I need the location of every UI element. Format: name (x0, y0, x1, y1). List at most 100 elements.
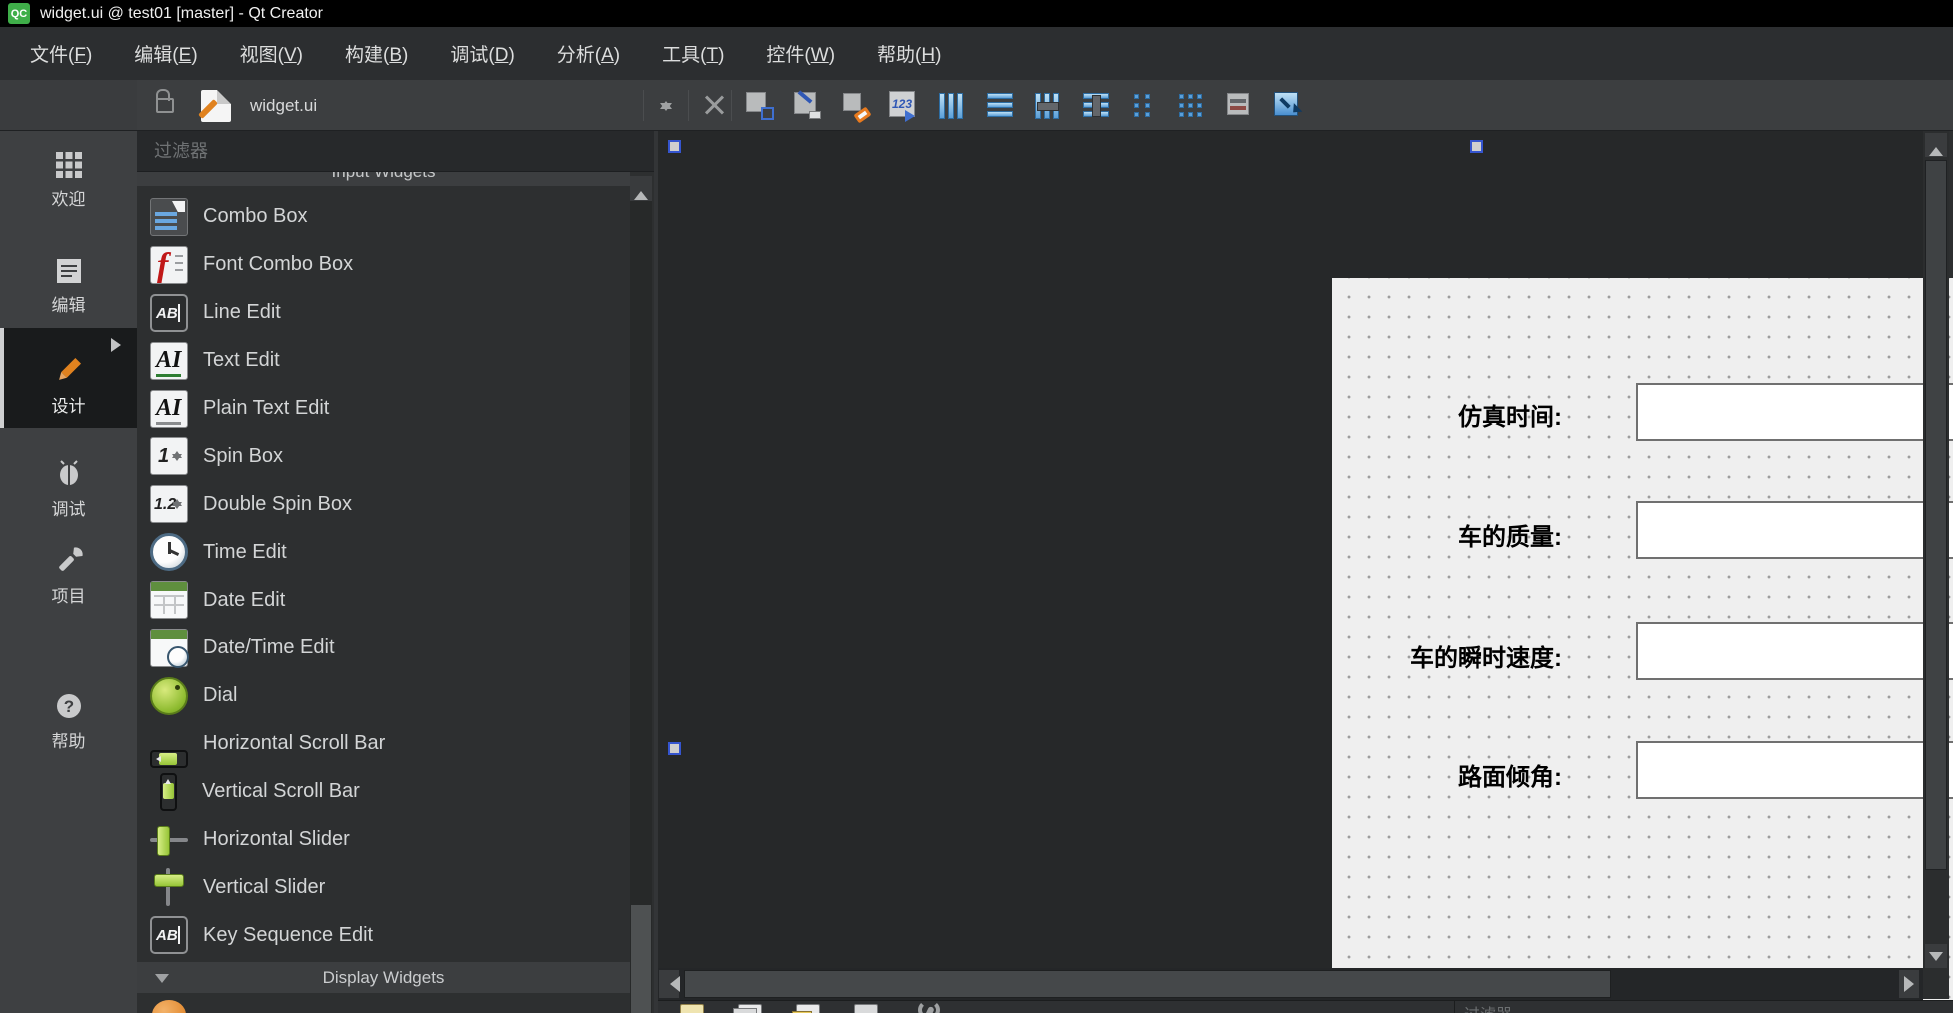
form-editor-area: 仿真时间: 车的质量: SAVE 车的瞬时速度: 路面倾角: (658, 131, 1953, 1013)
section-collapse-arrow-icon (155, 974, 169, 990)
canvas-scroll-up-icon[interactable] (1925, 133, 1947, 157)
delete-icon[interactable] (854, 1004, 878, 1013)
canvas-scroll-right-icon[interactable] (1899, 970, 1919, 998)
widget-box-scrollbar-handle[interactable] (631, 905, 651, 1013)
window-title: widget.ui @ test01 [master] - Qt Creator (40, 5, 324, 22)
edit-signals-slots-icon[interactable] (793, 90, 823, 121)
widget-item-horizontal-slider[interactable]: Horizontal Slider (137, 816, 630, 864)
qt-creator-window: QC widget.ui @ test01 [master] - Qt Crea… (0, 0, 1953, 1013)
widget-item-vertical-slider[interactable]: Vertical Slider (137, 863, 630, 911)
menu-debug[interactable]: 调试(D) (429, 40, 535, 67)
current-document-name[interactable]: widget.ui (250, 80, 317, 131)
widget-item-plain-text-edit[interactable]: AI Plain Text Edit (137, 385, 630, 433)
widget-item-dial[interactable]: Dial (137, 672, 630, 720)
mode-welcome[interactable]: 欢迎 (0, 152, 137, 210)
menu-file[interactable]: 文件(F) (9, 40, 113, 67)
widget-filter-input[interactable] (137, 131, 654, 171)
spin-box-icon: 1 (150, 437, 188, 476)
resize-handle-top-left[interactable] (668, 140, 681, 153)
canvas-scroll-left-icon[interactable] (659, 970, 680, 998)
paste-icon[interactable] (792, 1004, 820, 1013)
menu-tools[interactable]: 工具(T) (641, 40, 745, 67)
widget-box-scroll-up-icon[interactable] (630, 176, 652, 201)
lay-out-horizontally-icon[interactable] (937, 91, 967, 121)
key-sequence-edit-icon: AB (150, 916, 188, 955)
configure-icon[interactable] (916, 1001, 940, 1013)
mode-design[interactable]: 设计 (0, 355, 137, 417)
edit-buddies-icon[interactable] (841, 91, 872, 124)
menu-analyze[interactable]: 分析(A) (536, 40, 641, 67)
qt-creator-logo-icon: QC (8, 3, 30, 24)
resize-handle-left-middle[interactable] (668, 742, 681, 755)
widget-item-key-sequence-edit[interactable]: AB Key Sequence Edit (137, 911, 630, 959)
form-input-road-incline[interactable] (1636, 741, 1953, 799)
time-edit-icon (150, 533, 188, 572)
close-document-icon[interactable] (701, 92, 727, 118)
resize-handle-top-center[interactable] (1470, 140, 1483, 153)
design-pencil-icon (58, 357, 81, 380)
edit-widgets-icon[interactable] (745, 91, 775, 121)
adjust-size-icon[interactable] (1273, 91, 1303, 121)
widget-item-date-edit[interactable]: Date Edit (137, 576, 630, 624)
widget-item-vertical-scroll-bar[interactable]: Vertical Scroll Bar (137, 768, 630, 816)
canvas-vscrollbar-handle[interactable] (1925, 160, 1947, 870)
widget-item-text-edit[interactable]: AI Text Edit (137, 337, 630, 385)
form-label-road-incline[interactable]: 路面倾角: (1362, 757, 1562, 792)
mode-edit[interactable]: 编辑 (0, 258, 137, 316)
horizontal-slider-icon (150, 821, 188, 859)
form-input-instant-speed[interactable] (1636, 622, 1953, 680)
widget-item-horizontal-scroll-bar[interactable]: Horizontal Scroll Bar (137, 720, 630, 768)
vertical-scroll-bar-icon (160, 772, 177, 811)
mode-projects[interactable]: 项目 (0, 547, 137, 607)
lay-out-vertically-icon[interactable] (985, 91, 1015, 121)
lay-out-form-layout-icon[interactable] (1129, 91, 1159, 121)
widget-item-combo-box[interactable]: Combo Box (137, 193, 630, 241)
menu-widgets[interactable]: 控件(W) (745, 40, 856, 67)
menu-bar: 文件(F) 编辑(E) 视图(V) 构建(B) 调试(D) 分析(A) 工具(T… (0, 27, 1953, 80)
menu-view[interactable]: 视图(V) (219, 40, 324, 67)
form-input-simulation-time[interactable] (1636, 383, 1953, 441)
double-spin-box-icon: 1.2 (150, 485, 188, 524)
form-canvas[interactable]: 仿真时间: 车的质量: SAVE 车的瞬时速度: 路面倾角: (1332, 278, 1953, 1013)
document-spinner-icon[interactable] (657, 93, 675, 119)
form-label-simulation-time[interactable]: 仿真时间: (1362, 397, 1562, 432)
lay-out-vertically-splitter-icon[interactable] (1081, 91, 1111, 121)
menu-build[interactable]: 构建(B) (324, 40, 429, 67)
section-header-display-widgets[interactable]: Display Widgets (137, 962, 630, 993)
dial-icon (150, 676, 188, 715)
document-edit-icon (201, 90, 231, 122)
copy-icon[interactable] (733, 1004, 762, 1013)
bottom-panel-divider (1454, 1000, 1455, 1013)
widget-item-time-edit[interactable]: Time Edit (137, 528, 630, 576)
widget-item-label-partial[interactable] (150, 998, 188, 1013)
horizontal-scroll-bar-icon (150, 749, 188, 768)
line-edit-icon: AB (150, 293, 188, 332)
new-action-icon[interactable] (680, 1004, 704, 1013)
form-label-instant-speed[interactable]: 车的瞬时速度: (1362, 638, 1562, 673)
widget-item-spin-box[interactable]: 1 Spin Box (137, 432, 630, 480)
date-edit-icon (150, 581, 188, 620)
mode-debug[interactable]: 调试 (0, 460, 137, 520)
widget-item-double-spin-box[interactable]: 1.2 Double Spin Box (137, 480, 630, 528)
lay-out-horizontally-splitter-icon[interactable] (1033, 91, 1063, 121)
menu-edit[interactable]: 编辑(E) (113, 40, 218, 67)
canvas-scroll-down-icon[interactable] (1925, 944, 1947, 968)
font-combo-box-icon: f (150, 245, 188, 284)
mode-help[interactable]: ? 帮助 (0, 692, 137, 752)
menu-help[interactable]: 帮助(H) (856, 40, 962, 67)
bottom-filter-placeholder[interactable]: 过滤器 (1464, 1001, 1512, 1013)
widget-item-line-edit[interactable]: AB Line Edit (137, 289, 630, 337)
widget-item-date-time-edit[interactable]: Date/Time Edit (137, 624, 630, 672)
edit-tab-order-icon[interactable]: 123 (889, 91, 919, 122)
form-label-car-mass[interactable]: 车的质量: (1362, 517, 1562, 552)
widget-item-font-combo-box[interactable]: f Font Combo Box (137, 241, 630, 289)
edit-document-icon (56, 259, 81, 283)
debug-flyout-arrow-icon[interactable] (111, 338, 128, 352)
break-layout-icon[interactable] (1225, 91, 1255, 121)
lock-icon[interactable] (156, 89, 174, 113)
section-header-input-widgets[interactable]: Input Widgets (137, 172, 630, 186)
canvas-hscrollbar-handle[interactable] (684, 970, 1611, 998)
form-input-car-mass[interactable] (1636, 501, 1953, 559)
lay-out-in-grid-icon[interactable] (1177, 91, 1207, 121)
widget-box-scrollbar-track[interactable] (630, 176, 652, 1013)
